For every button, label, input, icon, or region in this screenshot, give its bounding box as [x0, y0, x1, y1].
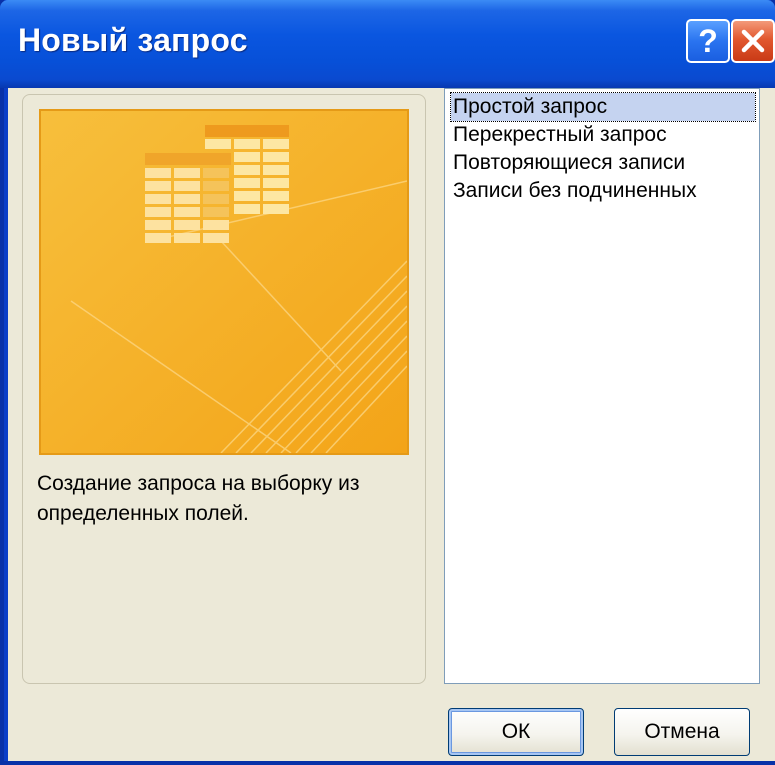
query-preview-image	[39, 109, 409, 455]
query-description: Создание запроса на выборку из определен…	[37, 472, 360, 525]
dialog-title: Новый запрос	[18, 22, 248, 58]
help-icon: ?	[698, 22, 718, 59]
help-button[interactable]: ?	[686, 19, 730, 63]
dialog-body: Создание запроса на выборку из определен…	[8, 88, 775, 761]
title-bar[interactable]: Новый запрос ?	[0, 0, 775, 88]
dialog-window: Новый запрос ? Создание запроса на выбор…	[0, 0, 775, 765]
close-icon	[741, 29, 765, 53]
query-type-list[interactable]: Простой запрос Перекрестный запрос Повто…	[444, 88, 760, 684]
query-tables-icon	[41, 111, 407, 453]
cancel-button[interactable]: Отмена	[614, 708, 750, 756]
list-item-simple-query[interactable]: Простой запрос	[450, 92, 756, 122]
close-button[interactable]	[731, 19, 775, 63]
list-item-find-unmatched[interactable]: Записи без подчиненных	[451, 177, 699, 205]
list-item-find-duplicates[interactable]: Повторяющиеся записи	[451, 149, 687, 177]
preview-panel: Создание запроса на выборку из определен…	[22, 94, 426, 684]
ok-button[interactable]: ОК	[448, 708, 584, 756]
list-item-crosstab-query[interactable]: Перекрестный запрос	[451, 121, 669, 149]
